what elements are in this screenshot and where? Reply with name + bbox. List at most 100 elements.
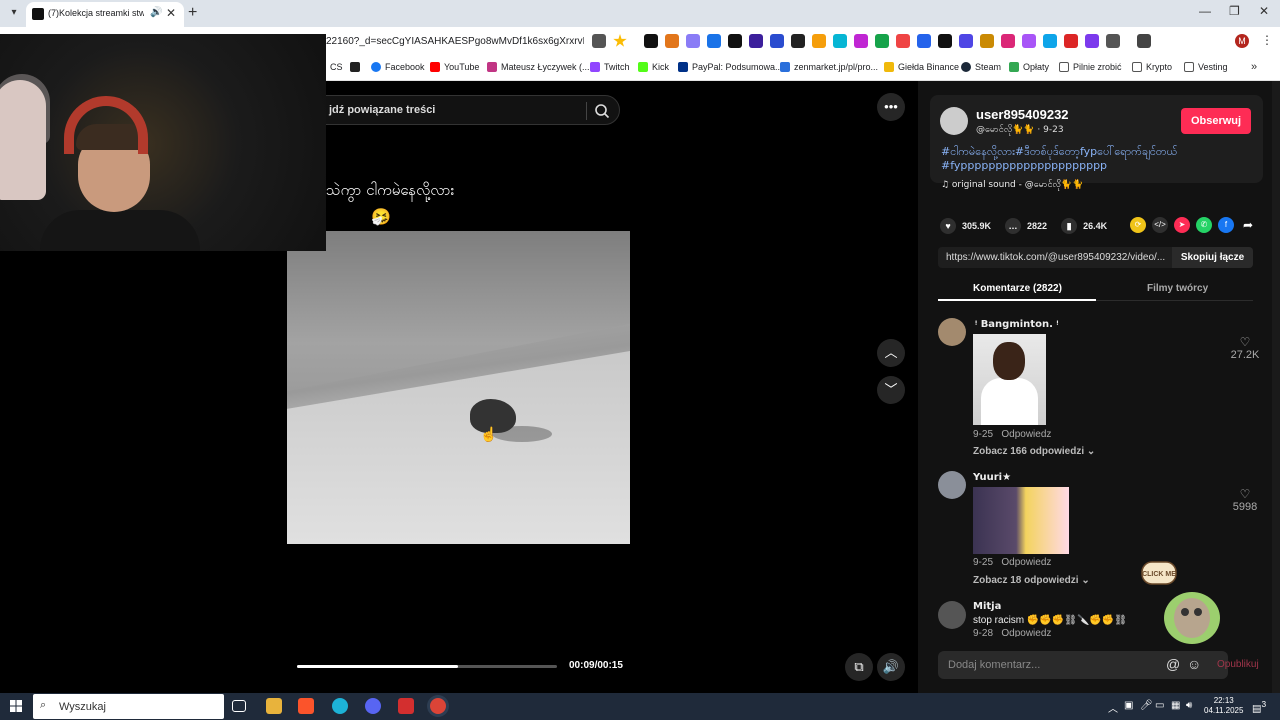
bookmark-item[interactable]: PayPal: Podsumowa... xyxy=(678,62,783,72)
close-tab-icon[interactable]: ✕ xyxy=(166,6,176,20)
more-options-button[interactable]: ••• xyxy=(877,93,905,121)
edge-icon[interactable] xyxy=(332,698,348,714)
bookmark-item[interactable]: Steam xyxy=(961,62,1001,72)
reply-button[interactable]: Odpowiedz xyxy=(1001,557,1051,568)
windows-start-icon[interactable] xyxy=(10,700,22,712)
network-icon[interactable]: ▦ xyxy=(1171,700,1180,711)
avatar[interactable] xyxy=(940,107,968,135)
tray-overflow-icon[interactable]: ︿ xyxy=(1108,700,1118,715)
comment-username[interactable]: Mitja xyxy=(973,601,1001,612)
avatar[interactable] xyxy=(938,471,966,499)
extension-icon[interactable] xyxy=(1085,34,1099,48)
comment-input-bar[interactable]: Dodaj komentarz... @ ☺ xyxy=(938,651,1228,679)
brave-icon[interactable] xyxy=(298,698,314,714)
video-progress-bar[interactable] xyxy=(297,665,557,668)
extension-icon[interactable] xyxy=(959,34,973,48)
volume-icon[interactable]: 🔊︎ xyxy=(1186,700,1192,711)
post-description[interactable]: #ငါကမဲနေလို့လား#ဒီတစ်ပုဒ်တော့fypပေါ်ရောက… xyxy=(941,145,1241,173)
discord-icon[interactable] xyxy=(365,698,381,714)
search-input[interactable]: jdź powiązane treści xyxy=(329,104,435,116)
view-replies-button[interactable]: Zobacz 18 odpowiedzi ⌄ xyxy=(973,575,1090,586)
reading-list-icon[interactable] xyxy=(1137,34,1151,48)
extension-icon[interactable] xyxy=(686,34,700,48)
bookmark-item[interactable]: Twitch xyxy=(590,62,630,72)
copy-link-button[interactable]: Skopiuj łącze xyxy=(1172,247,1253,268)
tab-creator-videos[interactable]: Filmy twórcy xyxy=(1147,283,1208,294)
comment-image[interactable] xyxy=(973,334,1046,425)
author-username[interactable]: user895409232 xyxy=(976,107,1069,122)
share-arrow-icon[interactable]: ➦ xyxy=(1240,217,1256,233)
extension-icon[interactable] xyxy=(707,34,721,48)
chrome-icon[interactable] xyxy=(430,698,446,714)
file-explorer-icon[interactable] xyxy=(266,698,282,714)
facebook-share-icon[interactable]: f xyxy=(1218,217,1234,233)
whatsapp-icon[interactable]: ✆ xyxy=(1196,217,1212,233)
microphone-icon[interactable]: 🎤︎ xyxy=(1140,700,1153,711)
bookmark-item[interactable]: YouTube xyxy=(430,62,479,72)
extension-icon[interactable] xyxy=(728,34,742,48)
bookmark-item[interactable]: zenmarket.jp/pl/pro... xyxy=(780,62,878,72)
extension-icon[interactable] xyxy=(770,34,784,48)
taskbar-search[interactable]: ⌕ Wyszukaj xyxy=(33,694,224,719)
comment-username[interactable]: ᵎ Bangminton. ᵎ xyxy=(975,319,1059,330)
bookmark-star-icon[interactable] xyxy=(613,34,627,47)
task-view-icon[interactable] xyxy=(232,700,246,712)
reply-button[interactable]: Odpowiedz xyxy=(1001,429,1051,440)
previous-video-button[interactable]: ︿ xyxy=(877,339,905,367)
bookmark-item[interactable]: Kick xyxy=(638,62,669,72)
extension-icon[interactable] xyxy=(1043,34,1057,48)
bookmark-folder[interactable]: Pilnie zrobić xyxy=(1059,62,1122,72)
comment-image[interactable] xyxy=(973,487,1069,554)
comment-username[interactable]: Yuuri★ xyxy=(973,472,1011,483)
extension-icon[interactable] xyxy=(938,34,952,48)
bookmark-folder[interactable]: Vesting xyxy=(1184,62,1228,72)
comment-like-button[interactable]: ♡ 27.2K xyxy=(1230,335,1260,361)
taskbar-clock[interactable]: 22:13 04.11.2025 xyxy=(1204,696,1243,716)
extensions-puzzle-icon[interactable] xyxy=(1106,34,1120,48)
extension-icon[interactable] xyxy=(1001,34,1015,48)
bookmark-item[interactable] xyxy=(350,62,360,72)
search-icon[interactable] xyxy=(594,103,610,119)
bookmark-item[interactable]: Giełda Binance xyxy=(884,62,959,72)
extension-icon[interactable] xyxy=(749,34,763,48)
comment-button[interactable]: … 2822 xyxy=(1005,218,1047,234)
tab-search-dropdown[interactable]: ▾ xyxy=(6,5,22,21)
extension-icon[interactable] xyxy=(644,34,658,48)
extension-icon[interactable] xyxy=(917,34,931,48)
search-bar[interactable]: jdź powiązane treści xyxy=(300,95,620,125)
browser-menu-icon[interactable]: ⋮ xyxy=(1261,33,1273,47)
embed-icon[interactable]: </> xyxy=(1152,217,1168,233)
follow-button[interactable]: Obserwuj xyxy=(1181,108,1251,134)
notifications-icon[interactable]: ▤3 xyxy=(1252,699,1266,714)
extension-icon[interactable] xyxy=(833,34,847,48)
browser-tab[interactable]: (7)Kolekcja streamki stworz 🔊 ✕ xyxy=(26,2,184,27)
new-tab-button[interactable]: + xyxy=(188,4,197,22)
extension-icon[interactable] xyxy=(875,34,889,48)
comment-input[interactable]: Dodaj komentarz... xyxy=(948,659,1040,671)
extension-icon[interactable] xyxy=(980,34,994,48)
bookmark-folder[interactable]: Krypto xyxy=(1132,62,1172,72)
extension-icon[interactable] xyxy=(896,34,910,48)
address-bar[interactable]: 22160?_d=secCgYIASAHKAESPgo8wMvDf1k6sx6g… xyxy=(326,36,584,47)
speaker-icon[interactable]: 🔊 xyxy=(150,7,162,18)
publish-button[interactable]: Opublikuj xyxy=(1217,659,1259,670)
bookmark-item[interactable]: Facebook xyxy=(371,62,425,72)
profile-avatar[interactable]: M xyxy=(1235,34,1249,48)
author-handle[interactable]: @မောင်လို🐈🐈 · 9-23 xyxy=(976,124,1064,137)
view-replies-button[interactable]: Zobacz 166 odpowiedzi ⌄ xyxy=(973,446,1095,457)
floating-player-button[interactable]: ⧉ xyxy=(845,653,873,681)
metamask-icon[interactable] xyxy=(665,34,679,48)
more-bookmarks-icon[interactable]: » xyxy=(1251,61,1257,73)
bookmark-item[interactable]: Opłaty xyxy=(1009,62,1049,72)
window-close-icon[interactable]: ✕ xyxy=(1259,4,1269,18)
extension-icon[interactable] xyxy=(812,34,826,48)
send-icon[interactable]: ➤ xyxy=(1174,217,1190,233)
sound-link[interactable]: ♫ original sound - @မောင်လို🐈🐈 xyxy=(941,179,1083,192)
next-video-button[interactable]: ﹀ xyxy=(877,376,905,404)
restore-icon[interactable]: ❐ xyxy=(1229,4,1240,18)
display-icon[interactable]: ▭ xyxy=(1155,700,1164,711)
comment-like-button[interactable]: ♡ 5998 xyxy=(1230,487,1260,513)
emoji-icon[interactable]: ☺ xyxy=(1187,656,1201,672)
extension-icon[interactable] xyxy=(1022,34,1036,48)
avatar[interactable] xyxy=(938,601,966,629)
